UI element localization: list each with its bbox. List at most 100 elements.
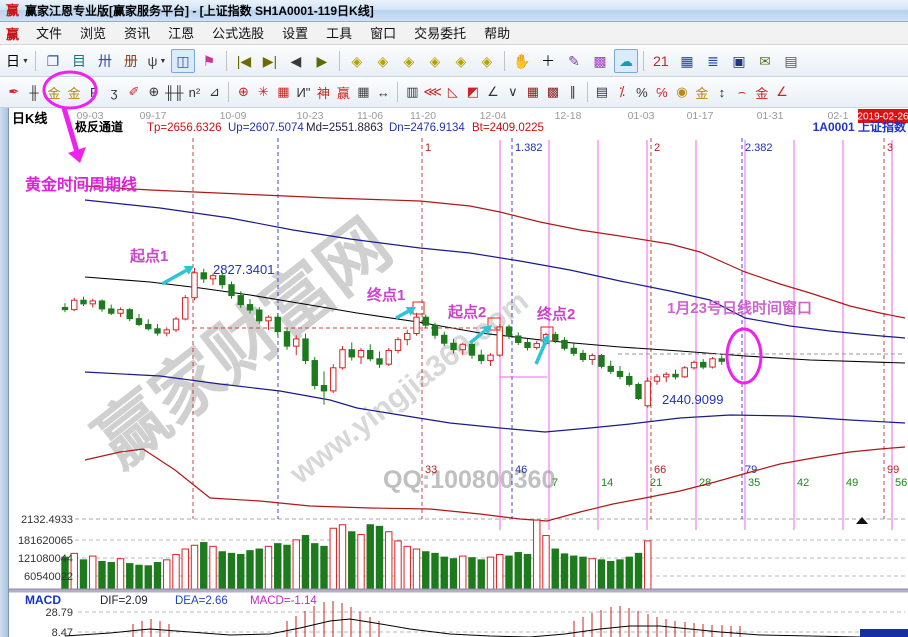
menu-item-6[interactable]: 工具 [317,24,361,43]
menu-item-8[interactable]: 交易委托 [405,24,475,43]
menu-item-0[interactable]: 文件 [27,24,71,43]
gold-lines-icon[interactable]: 金 [692,80,712,104]
menu-item-4[interactable]: 公式选股 [203,24,273,43]
prev-bar-icon[interactable]: ◀ [284,49,308,73]
note-pen-icon[interactable]: ✎ [562,49,586,73]
next-bar-icon[interactable]: ▶ [310,49,334,73]
dual-pane-icon[interactable]: ◫ [171,49,195,73]
cloud-tool-icon[interactable]: ☁ [614,49,638,73]
candle-body [469,344,474,355]
ruler-grid-icon[interactable]: ▦ [353,80,373,104]
fan-lines-icon[interactable]: ⋘ [422,80,443,104]
angle-lines-icon[interactable]: ∠ [483,80,503,104]
wave-icon[interactable]: И" [293,80,313,104]
note-form-icon[interactable]: ≣ [701,49,725,73]
diamond-shift-left-icon[interactable]: ◈ [345,49,369,73]
save-icon[interactable]: ▣ [727,49,751,73]
gann-row-icon[interactable]: ╫ [24,80,44,104]
menu-item-5[interactable]: 设置 [273,24,317,43]
time-comb-icon[interactable]: ╫╫ [164,80,184,104]
chart-small9-icon[interactable]: 册 [119,49,143,73]
pan-hand-icon[interactable]: ✋ [510,49,534,73]
menu-item-7[interactable]: 窗口 [361,24,405,43]
brush-icon[interactable]: ✒ [4,80,24,104]
ying-tool-icon[interactable]: 赢 [333,80,353,104]
volume-bar [108,563,114,589]
menu-item-9[interactable]: 帮助 [475,24,519,43]
dense-grid-icon[interactable]: ▦ [523,80,543,104]
cycle-count-label: 46 [515,464,527,476]
volume-bar [173,554,179,589]
diamond-cross-icon[interactable]: ◈ [475,49,499,73]
angle-up-icon[interactable]: ∠ [772,80,792,104]
channel-value: Tp=2656.6326 [147,122,222,134]
percent-line-icon[interactable]: ℅ [652,80,672,104]
candle-body [146,324,151,328]
computer-icon[interactable]: ▤ [779,49,803,73]
calendar-21-icon[interactable]: 21 [649,49,673,73]
macd-axis-label: 28.79 [45,607,73,619]
shen-tool-icon[interactable]: 神 [313,80,333,104]
candle-body [488,355,493,360]
golden-cycle-icon[interactable]: 金 [44,80,64,104]
grid-fan-icon[interactable]: ◩ [463,80,483,104]
crosshair-icon[interactable]: ＋ [536,49,560,73]
diamond-shift-right-icon[interactable]: ◈ [371,49,395,73]
period-day-selector[interactable]: 日▼ [5,49,30,73]
volume-bar [358,534,364,589]
f-tool-icon[interactable]: F [84,80,104,104]
corner-fan-icon[interactable]: ◺ [443,80,463,104]
angle-flag-icon[interactable]: ⊿ [204,80,224,104]
starburst-icon[interactable]: ✳ [253,80,273,104]
menu-item-3[interactable]: 江恩 [159,24,203,43]
dense-grid2-icon[interactable]: ▩ [543,80,563,104]
menu-item-1[interactable]: 浏览 [71,24,115,43]
zigzag-icon[interactable]: ∨ [503,80,523,104]
gann-wheel-icon[interactable]: ⊕ [144,80,164,104]
candle-body [164,330,169,333]
pin-brush-icon[interactable]: ↕ [712,80,732,104]
gann-box-icon[interactable]: ▦ [273,80,293,104]
candle-body [220,276,225,285]
percent-icon[interactable]: % [632,80,652,104]
annotation-text: 黄金时间周期线 [25,175,137,194]
overlap-windows-icon[interactable]: ❐ [41,49,65,73]
probe-tool-icon[interactable]: ψ▼ [145,49,169,73]
volume-bar [386,532,392,589]
draw-pen-icon[interactable]: ✐ [124,80,144,104]
info-report-icon[interactable]: 目 [67,49,91,73]
toolbar-separator [226,51,227,71]
candle-body [673,374,678,377]
diamond-expand-h-icon[interactable]: ◈ [397,49,421,73]
spiral-icon[interactable]: ʒ [104,80,124,104]
volume-bar [580,557,586,589]
red-arc-icon[interactable]: ⌢ [732,80,752,104]
calculator-icon[interactable]: ▦ [675,49,699,73]
diamond-compress-h-icon[interactable]: ◈ [423,49,447,73]
parallel-lines-icon[interactable]: ∥ [563,80,583,104]
target-icon[interactable]: ⊕ [233,80,253,104]
magic-grid-icon[interactable]: ▩ [588,49,612,73]
menu-item-2[interactable]: 资讯 [115,24,159,43]
first-bar-icon[interactable]: |◀ [232,49,256,73]
last-bar-icon[interactable]: ▶| [258,49,282,73]
golden-section-icon[interactable]: 金 [64,80,84,104]
gold-circle-icon[interactable]: ◉ [672,80,692,104]
mail-icon[interactable]: ✉ [753,49,777,73]
chart-canvas[interactable]: 赢家财富网www.yingjia360.comQQ:10080036011.38… [0,108,908,637]
box-stat-icon[interactable]: ▥ [402,80,422,104]
diamond-expand-all-icon[interactable]: ◈ [449,49,473,73]
candle-body [423,317,428,325]
chart-small3-icon[interactable]: 卅 [93,49,117,73]
color-flag-icon[interactable]: ⚑ [197,49,221,73]
candle-body [192,273,197,298]
percent-strike-icon[interactable]: ⁒ [612,80,632,104]
candle-body [395,340,400,351]
stats-box-icon[interactable]: ▤ [592,80,612,104]
volume-bar [423,552,429,589]
square-n2-icon[interactable]: n² [184,80,204,104]
candle-body [312,361,317,386]
pane-splitter [9,589,908,593]
gold-box-icon[interactable]: 金 [752,80,772,104]
width-arrows-icon[interactable]: ↔ [373,80,393,104]
